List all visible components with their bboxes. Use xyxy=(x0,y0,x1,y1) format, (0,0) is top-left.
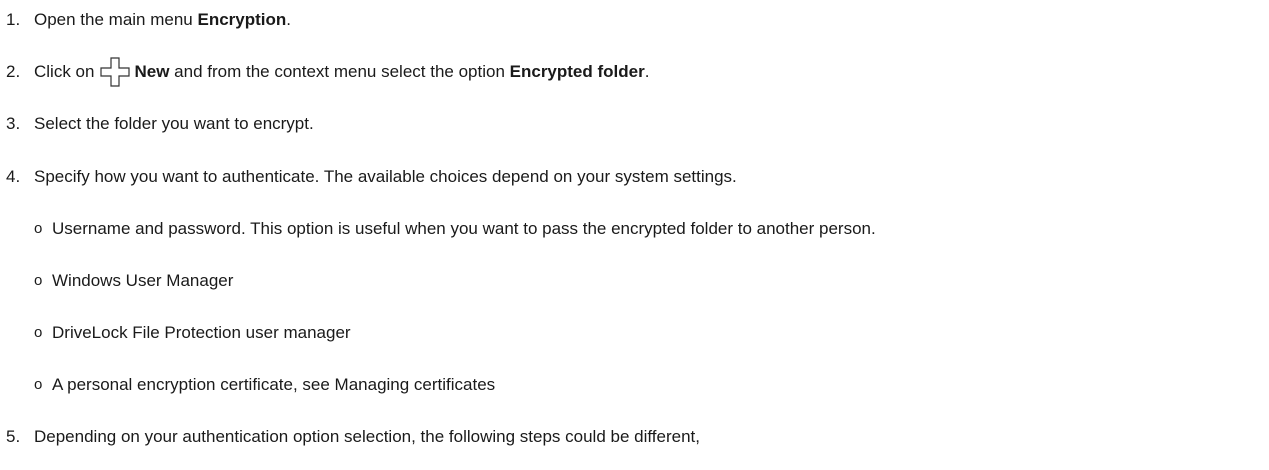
step-number: 4. xyxy=(6,166,21,186)
sub-item-text: Windows User Manager xyxy=(52,270,234,290)
step-number: 1. xyxy=(6,9,21,29)
step-text: Specify how you want to authenticate. Th… xyxy=(34,166,737,186)
step-number: 3. xyxy=(6,113,21,133)
sub-item-windows-user-manager: o Windows User Manager xyxy=(0,269,1269,293)
step-5: 5. Depending on your authentication opti… xyxy=(0,425,1269,449)
step-1: 1. Open the main menu Encryption . xyxy=(0,8,1269,32)
step-text-plain: and from the context menu select the opt… xyxy=(169,61,510,81)
bullet-icon: o xyxy=(34,324,43,341)
step-text: Click on New and from the context menu s… xyxy=(34,57,649,87)
plus-icon xyxy=(100,57,131,87)
sub-item-encryption-certificate: o A personal encryption certificate, see… xyxy=(0,373,1269,397)
step-text: Depending on your authentication option … xyxy=(34,426,700,446)
step-3: 3. Select the folder you want to encrypt… xyxy=(0,112,1269,136)
step-text: Open the main menu Encryption . xyxy=(34,10,291,30)
step-text-plain: Open the main menu xyxy=(34,9,198,29)
bullet-icon: o xyxy=(34,272,43,289)
step-4: 4. Specify how you want to authenticate.… xyxy=(0,165,1269,189)
step-2: 2. Click on New and from the context men… xyxy=(0,57,1269,87)
menu-name-encryption: Encryption xyxy=(197,9,287,29)
sub-item-text: A personal encryption certificate, see M… xyxy=(52,374,496,394)
step-text: Select the folder you want to encrypt. xyxy=(34,113,314,133)
new-button-label: New xyxy=(134,61,170,81)
instructions-document: 1. Open the main menu Encryption . 2. Cl… xyxy=(0,0,1269,470)
step-text-end: . xyxy=(286,9,292,29)
option-encrypted-folder: Encrypted folder xyxy=(509,61,645,81)
bullet-icon: o xyxy=(34,376,43,393)
sub-item-username-password: o Username and password. This option is … xyxy=(0,217,1269,241)
sub-item-drivelock-user-manager: o DriveLock File Protection user manager xyxy=(0,321,1269,345)
sub-item-text: DriveLock File Protection user manager xyxy=(52,322,351,342)
step-text-end: . xyxy=(644,61,650,81)
sub-item-text: Username and password. This option is us… xyxy=(52,218,876,238)
step-number: 2. xyxy=(6,61,21,81)
step-number: 5. xyxy=(6,426,21,446)
step-text-plain: Click on xyxy=(34,61,95,81)
bullet-icon: o xyxy=(34,220,43,237)
